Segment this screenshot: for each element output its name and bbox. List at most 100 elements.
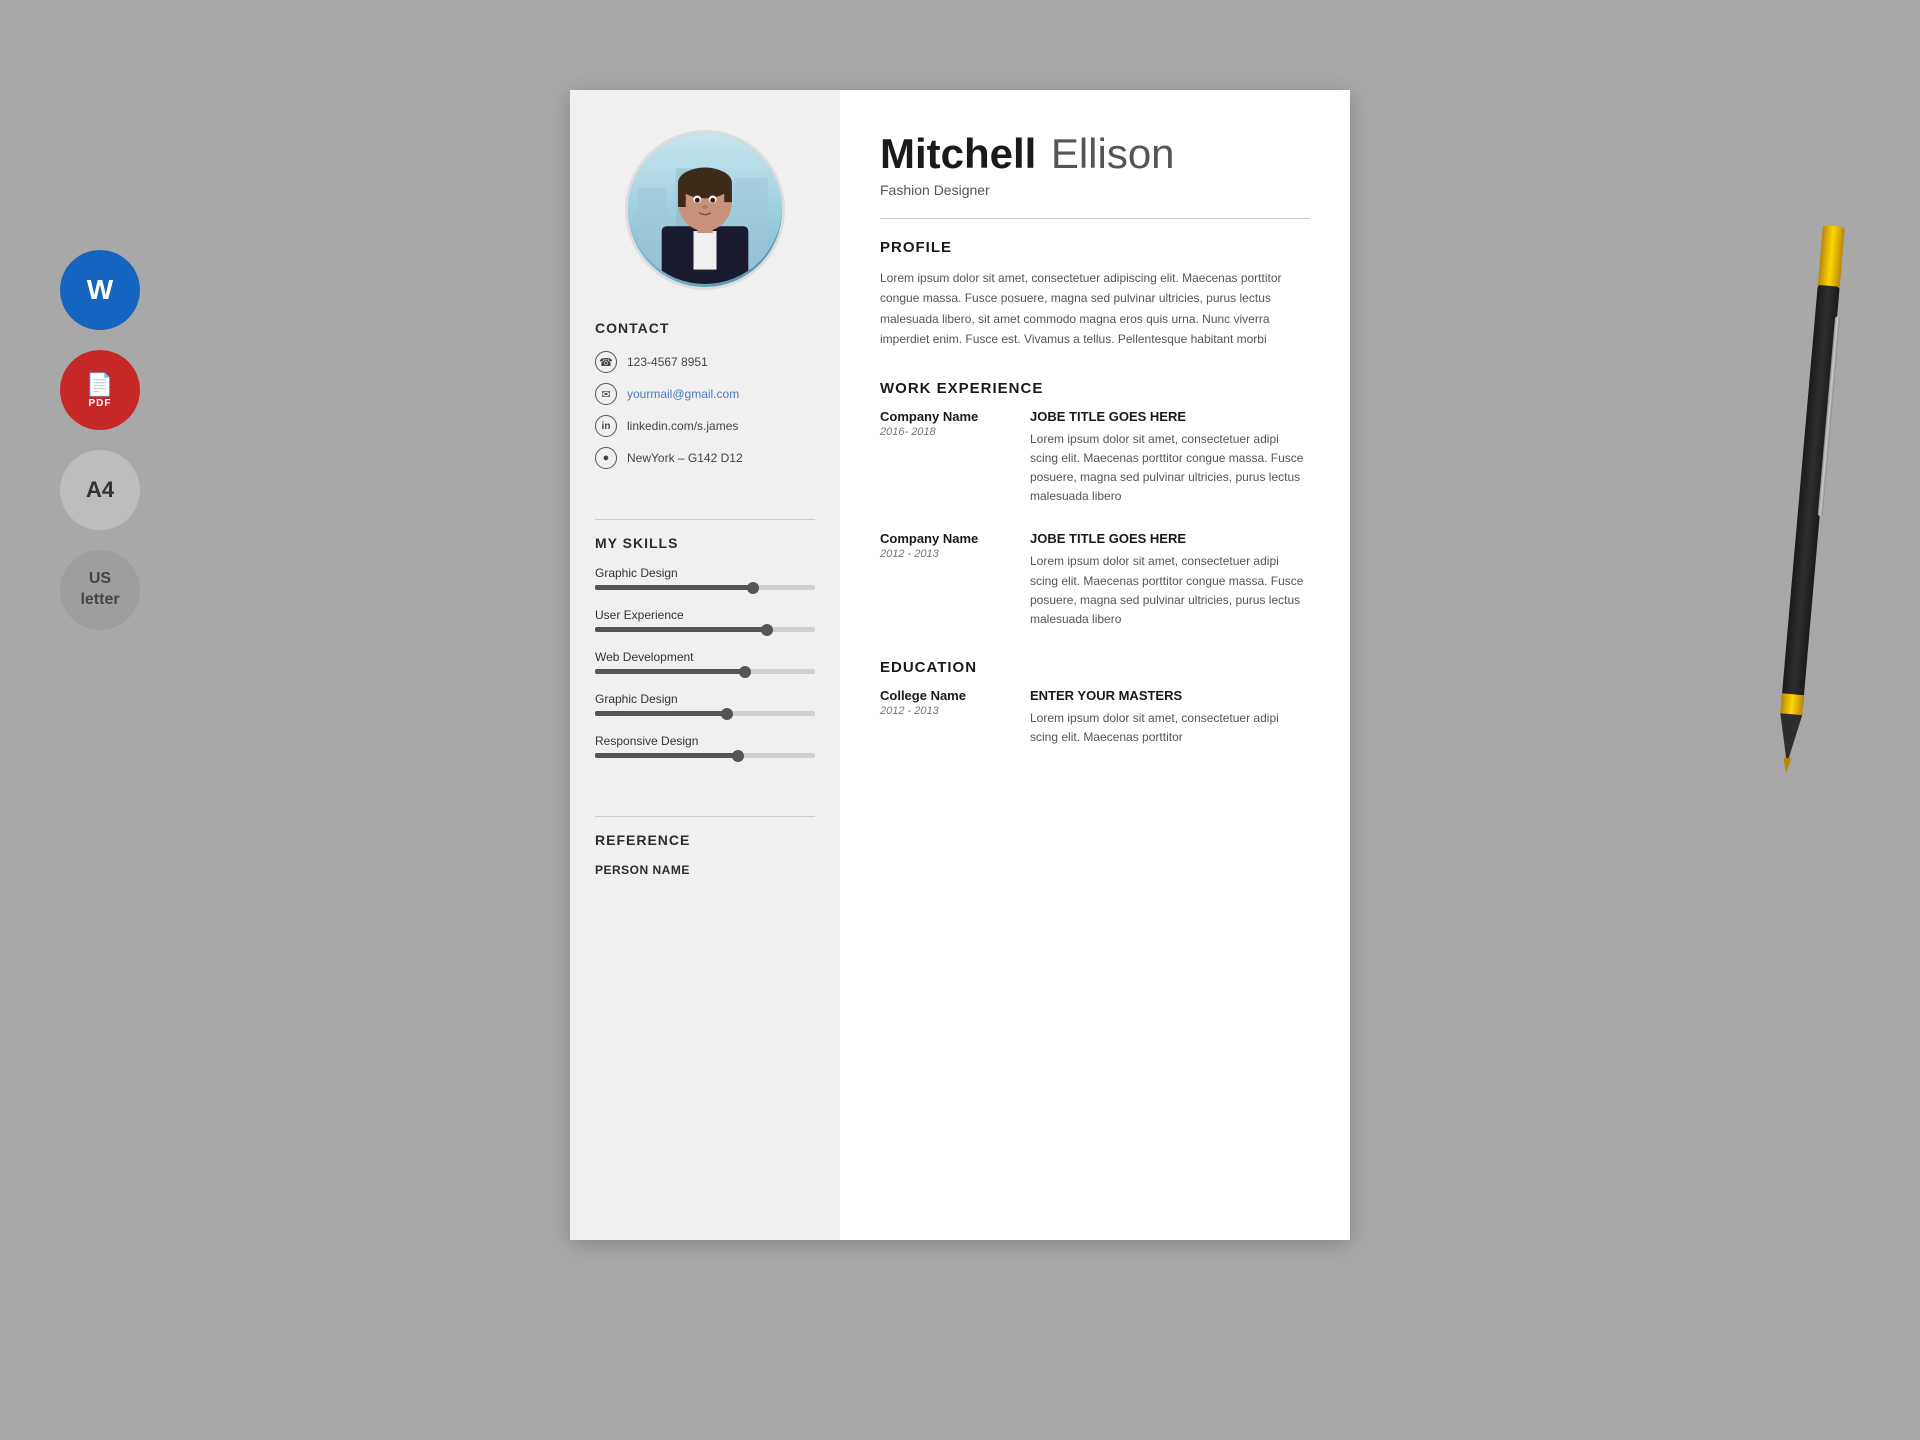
contact-linkedin: in linkedin.com/s.james [595,415,815,437]
work-entry: Company Name 2012 - 2013 JOBE TITLE GOES… [880,531,1310,629]
edu-degree: ENTER YOUR MASTERS [1030,688,1310,703]
contact-email: ✉ yourmail@gmail.com [595,383,815,405]
a4-icon-badge[interactable]: A4 [60,450,140,530]
edu-entry: College Name 2012 - 2013 ENTER YOUR MAST… [880,688,1310,747]
left-icons-panel: W 📄 PDF A4 USletter [60,250,140,630]
skill-bar-bg [595,753,815,758]
right-panel: Mitchell Ellison Fashion Designer PROFIL… [840,90,1350,1240]
job-title-entry: JOBE TITLE GOES HERE [1030,531,1310,546]
job-desc: Lorem ipsum dolor sit amet, consectetuer… [1030,430,1310,507]
skill-bar-fill [595,753,738,758]
work-date: 2016- 2018 [880,426,1010,438]
work-company: Company Name [880,531,1010,546]
work-left: Company Name 2016- 2018 [880,409,1010,507]
job-desc: Lorem ipsum dolor sit amet, consectetuer… [1030,552,1310,629]
skill-name: Graphic Design [595,566,815,580]
skill-name: Graphic Design [595,692,815,706]
skills-list: Graphic Design User Experience Web Devel… [595,566,815,758]
linkedin-icon: in [595,415,617,437]
skill-bar-fill [595,711,727,716]
profile-svg [628,130,782,287]
work-date: 2012 - 2013 [880,548,1010,560]
word-icon-badge[interactable]: W [60,250,140,330]
work-entry: Company Name 2016- 2018 JOBE TITLE GOES … [880,409,1310,507]
education-section: EDUCATION College Name 2012 - 2013 ENTER… [880,659,1310,747]
person-name-label: PERSON NAME [595,863,815,877]
first-name: Mitchell [880,130,1036,177]
skill-name: Web Development [595,650,815,664]
pen-body [1781,285,1840,705]
divider-1 [595,519,815,520]
work-entries-list: Company Name 2016- 2018 JOBE TITLE GOES … [880,409,1310,630]
email-link[interactable]: yourmail@gmail.com [627,387,739,401]
skill-name: Responsive Design [595,734,815,748]
phone-icon: ☎ [595,351,617,373]
skill-bar-dot [761,624,773,636]
education-section-title: EDUCATION [880,659,1310,676]
skill-bar-fill [595,627,767,632]
skill-bar-bg [595,711,815,716]
us-letter-icon-badge[interactable]: USletter [60,550,140,630]
phone-number: 123-4567 8951 [627,355,708,369]
skill-item: User Experience [595,608,815,632]
pdf-symbol: 📄 [86,372,113,398]
job-title-entry: JOBE TITLE GOES HERE [1030,409,1310,424]
edu-entries-list: College Name 2012 - 2013 ENTER YOUR MAST… [880,688,1310,747]
skill-bar-dot [739,666,751,678]
a4-label: A4 [86,477,114,503]
linkedin-url: linkedin.com/s.james [627,419,738,433]
pen-clip [1818,316,1840,516]
work-right: JOBE TITLE GOES HERE Lorem ipsum dolor s… [1030,409,1310,507]
profile-photo [625,130,785,290]
skill-bar-bg [595,669,815,674]
edu-right: ENTER YOUR MASTERS Lorem ipsum dolor sit… [1030,688,1310,747]
pen-top [1817,225,1845,292]
profile-section: PROFILE Lorem ipsum dolor sit amet, cons… [880,239,1310,350]
email-icon: ✉ [595,383,617,405]
name-section: Mitchell Ellison Fashion Designer [880,130,1310,198]
pdf-icon-badge[interactable]: 📄 PDF [60,350,140,430]
work-experience-section: WORK EXPERIENCE Company Name 2016- 2018 … [880,380,1310,630]
edu-college: College Name [880,688,1010,703]
profile-text: Lorem ipsum dolor sit amet, consectetuer… [880,268,1310,350]
pen [1775,225,1845,775]
contact-phone: ☎ 123-4567 8951 [595,351,815,373]
address-text: NewYork – G142 D12 [627,451,743,465]
contact-section: CONTACT ☎ 123-4567 8951 ✉ yourmail@gmail… [595,320,815,479]
profile-section-title: PROFILE [880,239,1310,256]
skill-name: User Experience [595,608,815,622]
reference-section: REFERENCE PERSON NAME [595,832,815,877]
word-w-letter: W [87,276,113,304]
skills-title: MY SKILLS [595,535,815,551]
skill-bar-fill [595,585,753,590]
work-section-title: WORK EXPERIENCE [880,380,1310,397]
last-name: Ellison [1051,130,1175,177]
reference-title: REFERENCE [595,832,815,848]
skill-bar-dot [747,582,759,594]
skill-bar-dot [732,750,744,762]
work-right: JOBE TITLE GOES HERE Lorem ipsum dolor s… [1030,531,1310,629]
divider-2 [595,816,815,817]
skill-item: Web Development [595,650,815,674]
edu-date: 2012 - 2013 [880,705,1010,717]
job-title: Fashion Designer [880,182,1310,198]
edu-left: College Name 2012 - 2013 [880,688,1010,747]
work-company: Company Name [880,409,1010,424]
pen-decoration [1780,200,1840,800]
skill-item: Graphic Design [595,566,815,590]
pen-band [1780,693,1804,715]
skill-bar-bg [595,585,815,590]
pdf-label: PDF [89,398,112,409]
skill-bar-dot [721,708,733,720]
right-divider-1 [880,218,1310,219]
left-panel: CONTACT ☎ 123-4567 8951 ✉ yourmail@gmail… [570,90,840,1240]
resume-paper: CONTACT ☎ 123-4567 8951 ✉ yourmail@gmail… [570,90,1350,1240]
edu-desc: Lorem ipsum dolor sit amet, consectetuer… [1030,709,1310,747]
skill-item: Graphic Design [595,692,815,716]
contact-address: ● NewYork – G142 D12 [595,447,815,469]
location-icon: ● [595,447,617,469]
skill-bar-bg [595,627,815,632]
us-label: USletter [80,569,119,611]
skill-item: Responsive Design [595,734,815,758]
full-name: Mitchell Ellison [880,130,1310,178]
